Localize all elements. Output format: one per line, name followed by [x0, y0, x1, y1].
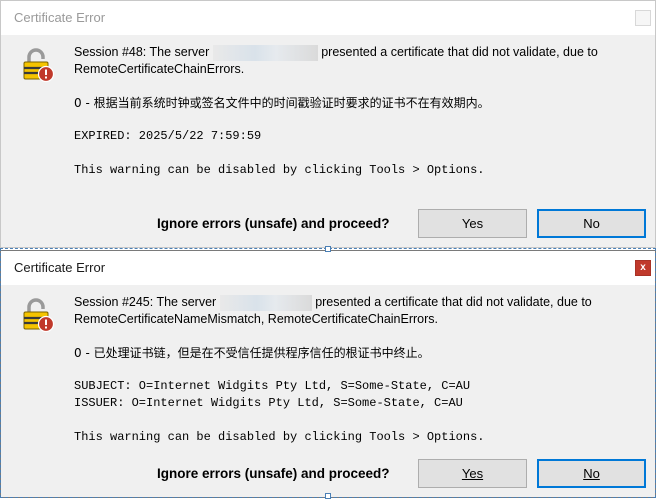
padlock-warning-icon [23, 298, 55, 333]
message-block: Session #48: The server presented a cert… [74, 44, 635, 179]
session-suffix: presented a certificate that did not val… [321, 45, 598, 59]
expired-line: EXPIRED: 2025/5/22 7:59:59 [74, 128, 262, 143]
issuer-line: ISSUER: O=Internet Widgits Pty Ltd, S=So… [74, 395, 463, 410]
errors-line: RemoteCertificateChainErrors. [74, 61, 245, 76]
subject-line: SUBJECT: O=Internet Widgits Pty Ltd, S=S… [74, 378, 471, 393]
no-button[interactable]: No [537, 209, 646, 238]
yes-button[interactable]: Yes [418, 209, 527, 238]
certificate-error-dialog-1: Certificate Error Session #48: The serve… [0, 0, 656, 248]
session-line: Session #48: The server presented a cert… [74, 44, 635, 61]
resize-handle[interactable] [325, 246, 331, 252]
session-prefix: Session #245: The server [74, 295, 217, 309]
no-button[interactable]: No [537, 459, 646, 488]
resize-handle[interactable] [325, 493, 331, 499]
yes-button[interactable]: Yes [418, 459, 527, 488]
dialog-body: Session #48: The server presented a cert… [1, 35, 655, 247]
errors-line: RemoteCertificateNameMismatch, RemoteCer… [74, 311, 439, 326]
close-button[interactable]: x [635, 260, 651, 276]
session-suffix: presented a certificate that did not val… [315, 295, 592, 309]
error-detail: 0 - 根据当前系统时钟或签名文件中的时间戳验证时要求的证书不在有效期内。 [74, 95, 490, 110]
certificate-error-dialog-2: Certificate Error x Session #245: The se… [0, 250, 656, 498]
title-bar: Certificate Error x [1, 251, 655, 285]
padlock-warning-icon [23, 48, 55, 83]
dialog-title: Certificate Error [14, 10, 106, 25]
redacted-hostname [212, 44, 318, 61]
message-block: Session #245: The server presented a cer… [74, 294, 635, 446]
close-button[interactable] [635, 10, 651, 26]
error-detail: 0 - 已处理证书链，但是在不受信任提供程序信任的根证书中终止。 [74, 345, 430, 360]
redacted-hostname [219, 294, 312, 311]
proceed-prompt: Ignore errors (unsafe) and proceed? [157, 216, 390, 231]
close-icon: x [640, 262, 646, 273]
session-prefix: Session #48: The server [74, 45, 210, 59]
title-bar: Certificate Error [1, 1, 655, 35]
warning-text: This warning can be disabled by clicking… [74, 429, 485, 444]
session-line: Session #245: The server presented a cer… [74, 294, 635, 311]
dialog-title: Certificate Error [14, 260, 106, 275]
dialog-body: Session #245: The server presented a cer… [1, 285, 655, 497]
proceed-prompt: Ignore errors (unsafe) and proceed? [157, 466, 390, 481]
warning-text: This warning can be disabled by clicking… [74, 162, 485, 177]
